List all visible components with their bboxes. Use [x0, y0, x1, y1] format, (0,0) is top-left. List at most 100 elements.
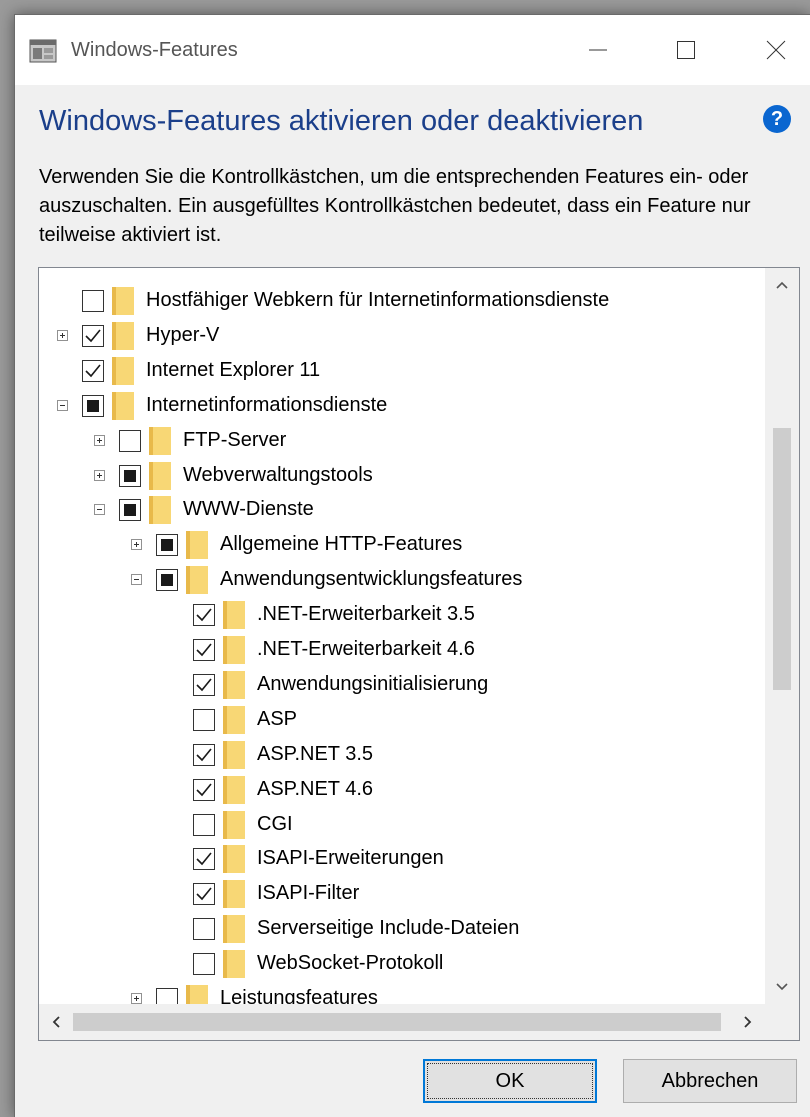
scroll-right-button[interactable] [731, 1004, 765, 1040]
folder-icon [186, 531, 208, 560]
tree-item-label: WWW-Dienste [183, 498, 314, 521]
folder-icon [223, 845, 245, 874]
title-bar[interactable]: Windows-Features [15, 15, 810, 85]
tree-item-label: ISAPI-Erweiterungen [257, 847, 444, 870]
tree-item[interactable]: Internetinformationsdienste [39, 389, 765, 424]
folder-icon [112, 321, 134, 350]
collapse-icon[interactable] [94, 504, 105, 516]
help-icon[interactable]: ? [763, 105, 791, 133]
checkmark-icon [196, 783, 212, 796]
folder-icon [223, 670, 245, 699]
tree-item-label: Leistungsfeatures [220, 987, 378, 1004]
feature-checkbox[interactable] [193, 604, 215, 627]
folder-icon [149, 461, 171, 490]
folder-icon [186, 566, 208, 595]
feature-checkbox[interactable] [193, 918, 215, 941]
tree-item[interactable]: WWW-Dienste [39, 493, 765, 528]
tree-item-label: Internet Explorer 11 [146, 358, 321, 381]
tree-item[interactable]: .NET-Erweiterbarkeit 3.5 [39, 598, 765, 633]
partial-check-icon [161, 574, 173, 587]
feature-checkbox[interactable] [82, 359, 104, 382]
horizontal-scrollbar[interactable] [39, 1004, 765, 1040]
feature-checkbox[interactable] [193, 639, 215, 661]
scroll-up-button[interactable] [765, 268, 799, 302]
tree-item[interactable]: CGI [39, 808, 765, 843]
feature-checkbox[interactable] [119, 499, 141, 522]
feature-checkbox[interactable] [119, 429, 141, 452]
feature-checkbox[interactable] [193, 883, 215, 906]
tree-item[interactable]: ASP.NET 4.6 [39, 773, 765, 808]
tree-item[interactable]: Serverseitige Include-Dateien [39, 912, 765, 947]
feature-checkbox[interactable] [193, 848, 215, 871]
minimize-button[interactable] [575, 27, 621, 73]
tree-item[interactable]: Allgemeine HTTP-Features [39, 528, 765, 563]
feature-tree-rows: Hostfähiger Webkern für Internetinformat… [39, 268, 765, 1004]
checkmark-icon [196, 678, 212, 692]
vertical-scroll-thumb[interactable] [773, 428, 791, 690]
tree-item[interactable]: ASP [39, 703, 765, 738]
cancel-button[interactable]: Abbrechen [623, 1059, 797, 1103]
tree-item-label: Hostfähiger Webkern für Internetinformat… [146, 289, 610, 311]
feature-checkbox[interactable] [82, 290, 104, 312]
vertical-scrollbar[interactable] [765, 268, 799, 1004]
tree-item[interactable]: Anwendungsinitialisierung [39, 668, 765, 703]
tree-item[interactable]: ISAPI-Filter [39, 877, 765, 912]
scroll-left-button[interactable] [39, 1004, 73, 1040]
tree-item[interactable]: Hostfähiger Webkern für Internetinformat… [39, 284, 765, 319]
checkmark-icon [85, 329, 101, 343]
folder-icon [186, 985, 208, 1004]
tree-item[interactable]: WebSocket-Protokoll [39, 947, 765, 982]
checkmark-icon [196, 608, 212, 622]
folder-icon [223, 705, 245, 734]
feature-checkbox[interactable] [193, 813, 215, 836]
feature-checkbox[interactable] [156, 534, 178, 557]
tree-item[interactable]: FTP-Server [39, 424, 765, 459]
close-button[interactable] [753, 27, 799, 73]
expand-icon[interactable] [94, 434, 105, 446]
feature-checkbox[interactable] [193, 743, 215, 766]
tree-item[interactable]: ASP.NET 3.5 [39, 738, 765, 773]
feature-checkbox[interactable] [119, 464, 141, 487]
tree-item[interactable]: ISAPI-Erweiterungen [39, 842, 765, 877]
feature-checkbox[interactable] [156, 569, 178, 592]
tree-item-label: Hyper-V [146, 323, 220, 346]
folder-icon [149, 426, 171, 455]
partial-check-icon [124, 469, 136, 482]
expand-icon[interactable] [131, 993, 142, 1004]
folder-icon [223, 810, 245, 839]
tree-item[interactable]: Hyper-V [39, 319, 765, 354]
folder-icon [223, 740, 245, 769]
folder-icon [112, 356, 134, 385]
feature-checkbox[interactable] [82, 324, 104, 347]
tree-item[interactable]: Leistungsfeatures [39, 982, 765, 1004]
tree-item-label: Webverwaltungstools [183, 463, 373, 486]
horizontal-scroll-thumb[interactable] [73, 1013, 721, 1031]
feature-checkbox[interactable] [193, 778, 215, 801]
tree-item[interactable]: Webverwaltungstools [39, 459, 765, 494]
tree-item-label: FTP-Server [183, 428, 287, 451]
maximize-icon [677, 41, 695, 59]
expand-icon[interactable] [57, 329, 68, 341]
feature-checkbox[interactable] [193, 953, 215, 976]
tree-item[interactable]: .NET-Erweiterbarkeit 4.6 [39, 633, 765, 668]
focus-rect [427, 1063, 593, 1099]
feature-checkbox[interactable] [193, 708, 215, 731]
checkmark-icon [196, 887, 212, 901]
collapse-icon[interactable] [57, 399, 68, 411]
scroll-down-button[interactable] [765, 970, 799, 1004]
expand-icon[interactable] [131, 539, 142, 551]
chevron-up-icon [776, 281, 788, 289]
tree-item[interactable]: Anwendungsentwicklungsfeatures [39, 563, 765, 598]
maximize-button[interactable] [663, 27, 709, 73]
expand-icon[interactable] [94, 469, 105, 481]
tree-item[interactable]: Internet Explorer 11 [39, 354, 765, 389]
collapse-icon[interactable] [131, 574, 142, 586]
folder-icon [223, 950, 245, 979]
feature-checkbox[interactable] [193, 673, 215, 696]
tree-item-label: .NET-Erweiterbarkeit 3.5 [257, 603, 475, 626]
ok-button[interactable]: OK [423, 1059, 597, 1103]
tree-item-label: Internetinformationsdienste [146, 393, 388, 416]
feature-checkbox[interactable] [82, 394, 104, 417]
checkmark-icon [196, 852, 212, 866]
feature-checkbox[interactable] [156, 988, 178, 1004]
